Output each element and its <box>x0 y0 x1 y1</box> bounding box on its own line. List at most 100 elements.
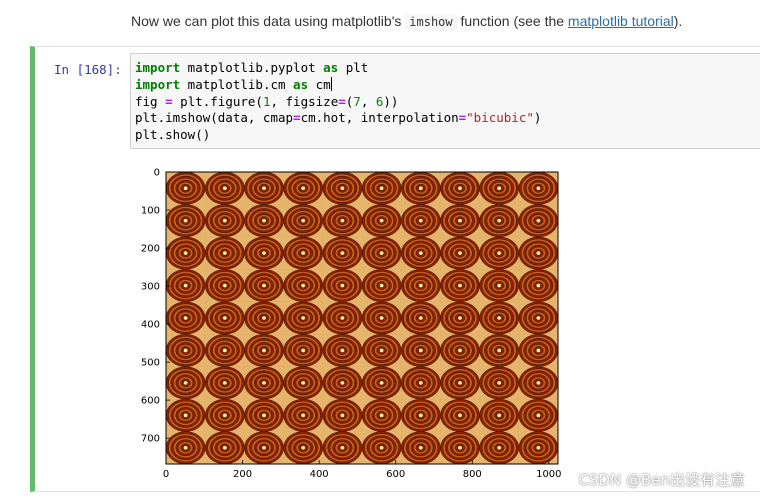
ring-tile <box>440 431 480 464</box>
ring-tile <box>479 236 520 270</box>
code-cell[interactable]: In [168]: import matplotlib.pyplot as pl… <box>30 46 760 492</box>
ring-tile <box>166 334 206 367</box>
ring-tile <box>361 172 402 205</box>
ring-tile <box>205 204 245 238</box>
tile-center <box>340 251 345 255</box>
tile-center <box>183 348 188 353</box>
tile-center <box>497 218 502 223</box>
ring-tile <box>361 236 402 270</box>
markdown-text-after: ). <box>673 13 683 29</box>
tile-center <box>223 445 227 450</box>
tile-center <box>301 283 305 288</box>
tile-center <box>223 283 227 288</box>
tile-center <box>379 186 384 191</box>
tile-center <box>536 445 541 450</box>
tile-center <box>497 316 502 320</box>
ring-tile <box>322 236 363 270</box>
ring-tile <box>283 269 323 302</box>
code-line-5: plt.show() <box>135 127 211 143</box>
ring-tile <box>166 269 206 302</box>
tile-center <box>419 348 423 353</box>
ring-tile <box>322 269 363 302</box>
tile-center <box>262 186 266 191</box>
tile-center <box>497 348 502 353</box>
tile-center <box>419 186 423 191</box>
output-area: 0 200 400 600 800 1000 0 100 200 300 400 500 600 700 <box>130 157 730 487</box>
tile-center <box>497 186 502 191</box>
tile-center <box>223 218 227 223</box>
ring-tile <box>518 172 558 205</box>
ring-tile <box>244 204 284 238</box>
code-line-1: import matplotlib.pyplot as plt <box>135 60 368 75</box>
watermark: CSDN @Ben出没有注意 <box>578 471 745 489</box>
ring-tile <box>361 366 402 400</box>
ring-tile <box>479 366 520 400</box>
tile-center <box>340 186 345 191</box>
tile-center <box>340 381 345 385</box>
ring-tile <box>244 334 284 367</box>
tile-center <box>536 186 541 191</box>
ring-tile <box>401 172 441 205</box>
y-tick-label: 200 <box>141 244 160 255</box>
code-editor[interactable]: import matplotlib.pyplot as plt import m… <box>130 53 760 149</box>
ring-tile <box>283 431 323 464</box>
ring-tile <box>518 236 558 270</box>
ring-tile <box>283 398 323 432</box>
y-tick-label: 300 <box>141 282 160 293</box>
x-tick-label: 1000 <box>536 469 561 480</box>
code-text: plt.figure( <box>172 93 263 109</box>
tile-center <box>458 186 462 191</box>
ring-tile <box>361 269 402 302</box>
ring-tile <box>518 301 558 335</box>
markdown-cell: Now we can plot this data using matplotl… <box>131 13 683 30</box>
y-tick-label: 400 <box>141 320 160 331</box>
ring-tile <box>440 366 480 400</box>
tile-center <box>183 251 188 255</box>
ring-tile <box>400 269 441 302</box>
tile-center <box>458 348 462 353</box>
text-cursor <box>330 76 332 91</box>
tile-center <box>536 251 541 255</box>
ring-tile <box>283 172 323 205</box>
tile-center <box>183 218 188 223</box>
tile-center <box>536 218 541 223</box>
tile-center <box>497 413 502 418</box>
code-text: )) <box>383 93 399 109</box>
ring-tile <box>400 366 441 400</box>
y-tick-label: 700 <box>141 434 160 445</box>
keyword: import <box>135 76 181 92</box>
y-tick-label: 600 <box>141 396 160 407</box>
ring-tile <box>440 301 480 335</box>
ring-tile <box>479 398 520 432</box>
ring-tile <box>400 398 441 432</box>
ring-tile <box>205 269 245 302</box>
ring-tile <box>322 398 363 432</box>
tile-center <box>497 445 502 450</box>
tile-center <box>536 316 541 320</box>
code-text: cm.hot, interpolation <box>300 110 459 126</box>
tile-center <box>223 413 227 418</box>
tile-center <box>536 413 541 418</box>
tile-center <box>379 381 384 385</box>
tile-center <box>223 186 227 191</box>
ring-tile <box>479 334 520 367</box>
ring-tile <box>479 204 520 238</box>
ring-tile <box>244 236 284 270</box>
tile-center <box>340 445 345 450</box>
operator: = <box>293 110 301 126</box>
tile-center <box>497 283 502 288</box>
tile-center <box>262 348 266 353</box>
ring-tile <box>400 204 441 238</box>
matplotlib-tutorial-link[interactable]: matplotlib tutorial <box>568 13 674 29</box>
tile-center <box>379 445 384 450</box>
tile-center <box>340 316 345 320</box>
y-tick-label: 500 <box>141 358 160 369</box>
ring-tile <box>361 334 402 367</box>
string: "bicubic" <box>466 110 534 126</box>
ring-tile <box>518 366 558 400</box>
ring-tile <box>205 334 245 367</box>
ring-tile <box>205 398 245 432</box>
tile-center <box>458 381 462 385</box>
tile-center <box>379 218 384 223</box>
x-tick-label: 400 <box>310 469 329 480</box>
